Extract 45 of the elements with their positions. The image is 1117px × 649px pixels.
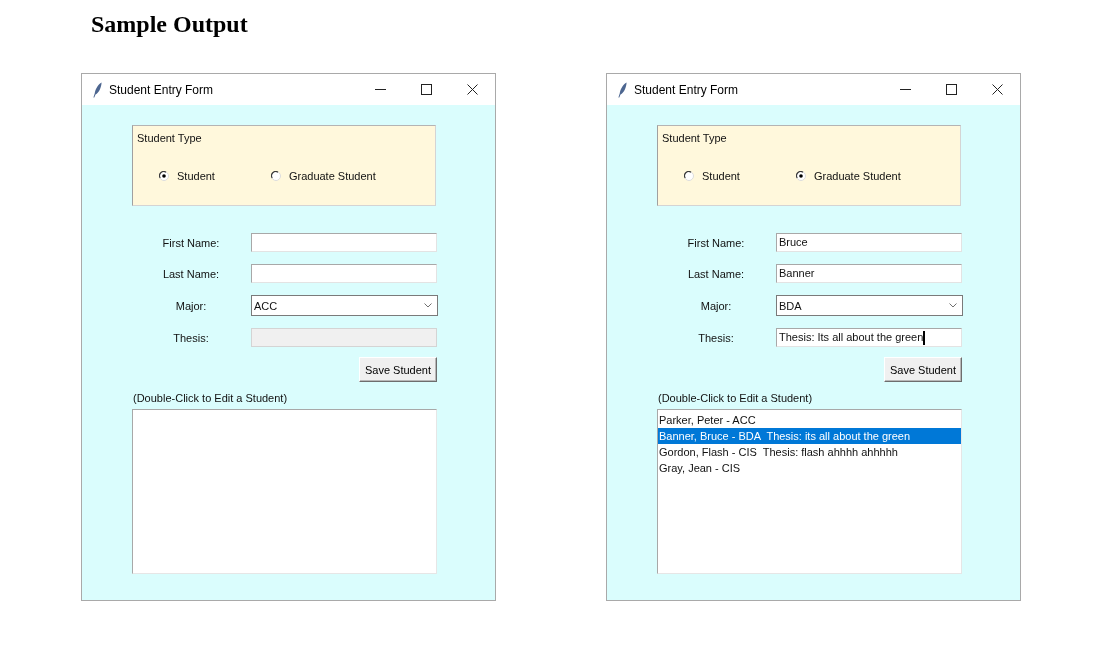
radio-icon[interactable] bbox=[159, 171, 169, 181]
dropdown-field[interactable]: BDA bbox=[776, 295, 963, 316]
radio-button[interactable]: Student bbox=[684, 169, 740, 183]
input-field[interactable] bbox=[251, 233, 437, 252]
save-student-button[interactable]: Save Student bbox=[359, 357, 437, 382]
page-heading: Sample Output bbox=[91, 11, 248, 37]
frame-title: Student Type bbox=[662, 131, 728, 145]
field-label: Major: bbox=[700, 298, 732, 313]
student-listbox[interactable]: Parker, Peter - ACC Banner, Bruce - BDA Thesis: its all about the green Gordon, Flash - CIS Thesis: flash ahhhh ahhhhh Gray, Jean - CIS bbox=[657, 409, 962, 574]
field-label: Last Name: bbox=[687, 266, 745, 281]
frame-title: Student Type bbox=[137, 131, 203, 145]
student-list-item[interactable]: Gordon, Flash - CIS Thesis: flash ahhhh ahhhhh bbox=[658, 444, 961, 460]
maximize-icon[interactable] bbox=[420, 84, 432, 95]
student-list-item[interactable]: Banner, Bruce - BDA Thesis: its all about the green bbox=[658, 428, 961, 444]
chevron-down-icon[interactable] bbox=[424, 303, 432, 308]
close-icon[interactable] bbox=[991, 84, 1003, 95]
save-student-button[interactable]: Save Student bbox=[884, 357, 962, 382]
list-hint-label: (Double-Click to Edit a Student) bbox=[657, 391, 813, 405]
radio-icon[interactable] bbox=[684, 171, 694, 181]
radio-icon[interactable] bbox=[270, 171, 281, 181]
chevron-down-icon[interactable] bbox=[949, 303, 957, 308]
radio-icon[interactable] bbox=[795, 171, 806, 181]
maximize-icon[interactable] bbox=[945, 84, 957, 95]
list-hint-label: (Double-Click to Edit a Student) bbox=[132, 391, 288, 405]
field-label: Thesis: bbox=[173, 330, 209, 345]
input-field[interactable]: Banner bbox=[776, 264, 962, 283]
radio-button[interactable]: Graduate Student bbox=[270, 169, 376, 183]
field-label: First Name: bbox=[687, 235, 745, 250]
dropdown-field[interactable]: ACC bbox=[251, 295, 438, 316]
input-field[interactable]: Bruce bbox=[776, 233, 962, 252]
field-label: Last Name: bbox=[162, 266, 220, 281]
field-label: Major: bbox=[175, 298, 207, 313]
input-field[interactable] bbox=[251, 264, 437, 283]
input-field[interactable]: Thesis: Its all about the green bbox=[776, 328, 962, 347]
window-title: Student Entry Form bbox=[634, 82, 740, 97]
student-list-item[interactable]: Gray, Jean - CIS bbox=[658, 460, 961, 476]
feather-icon bbox=[93, 81, 102, 98]
feather-icon bbox=[618, 81, 627, 98]
radio-button[interactable]: Student bbox=[159, 169, 215, 183]
radio-button[interactable]: Graduate Student bbox=[795, 169, 901, 183]
field-label: First Name: bbox=[162, 235, 220, 250]
close-icon[interactable] bbox=[466, 84, 478, 95]
field-label: Thesis: bbox=[698, 330, 734, 345]
window-title: Student Entry Form bbox=[109, 82, 215, 97]
student-list-item[interactable]: Parker, Peter - ACC bbox=[658, 412, 961, 428]
